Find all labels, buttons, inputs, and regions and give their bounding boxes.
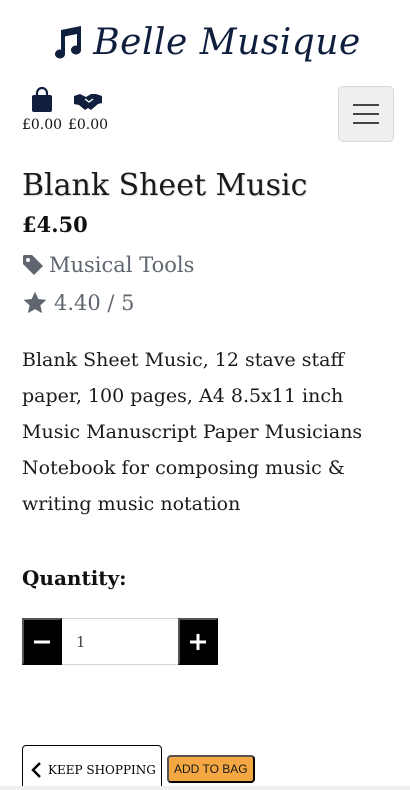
handshake-icon [74, 94, 102, 110]
brand-name: Belle Musique [93, 21, 361, 63]
product-title: Blank Sheet Music [22, 168, 308, 203]
product-price: £4.50 [22, 212, 88, 237]
nav-icons: £0.00 £0.00 [20, 86, 110, 133]
hamburger-menu-icon-bar [353, 104, 379, 106]
star-icon [23, 291, 47, 314]
decrement-button[interactable] [22, 618, 62, 665]
menu-toggle-button[interactable] [338, 86, 394, 142]
plus-icon [190, 633, 206, 650]
deals-link[interactable]: £0.00 [66, 86, 110, 133]
shopping-bag-icon [32, 86, 52, 112]
tag-icon [23, 255, 43, 275]
music-note-icon [55, 26, 82, 59]
rating-value: 4.40 / 5 [54, 291, 135, 315]
category-link[interactable]: Musical Tools [22, 253, 194, 277]
hamburger-menu-icon-bar [353, 113, 379, 115]
product-description: Blank Sheet Music, 12 stave staff paper,… [22, 349, 363, 515]
increment-button[interactable] [178, 618, 218, 665]
keep-shopping-button[interactable]: Keep Shopping [22, 745, 162, 790]
chevron-left-icon [31, 762, 41, 778]
keep-shopping-label: Keep Shopping [48, 763, 156, 777]
minus-icon [34, 640, 50, 643]
add-to-bag-label: Add to Bag [174, 762, 248, 776]
quantity-stepper [22, 618, 218, 665]
quantity-label: Quantity: [22, 566, 127, 590]
quantity-input[interactable] [62, 618, 178, 665]
brand-link[interactable]: Belle Musique [0, 14, 410, 70]
add-to-bag-button[interactable]: Add to Bag [167, 755, 255, 783]
deals-total: £0.00 [67, 117, 109, 133]
bag-link[interactable]: £0.00 [20, 86, 64, 133]
hamburger-menu-icon-bar [353, 122, 379, 124]
category-label: Musical Tools [49, 253, 195, 277]
product-rating: 4.40 / 5 [22, 290, 135, 316]
page-bottom-divider [0, 786, 410, 790]
bag-total: £0.00 [21, 117, 63, 133]
